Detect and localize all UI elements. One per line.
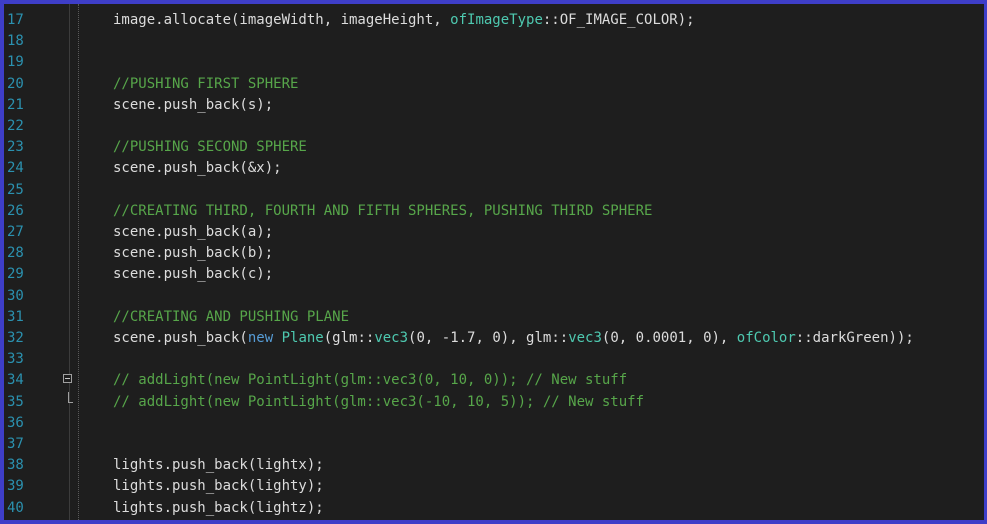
code-line[interactable]: 23 //PUSHING SECOND SPHERE xyxy=(4,137,984,158)
code-token-plain: (0, -1.7, 0), glm:: xyxy=(408,330,569,346)
code-token-plain: lights.push_back(lighty); xyxy=(113,478,324,495)
code-text[interactable]: image.allocate(imageWidth, imageHeight, … xyxy=(113,10,695,31)
code-token-plain: lights.push_back(lightx); xyxy=(113,457,324,474)
line-number: 29 xyxy=(7,266,24,283)
line-number: 38 xyxy=(7,457,24,474)
code-text[interactable]: //CREATING THIRD, FOURTH AND FIFTH SPHER… xyxy=(113,201,652,222)
code-line[interactable]: 22 xyxy=(4,116,984,137)
code-token-comment: //PUSHING FIRST SPHERE xyxy=(113,75,299,92)
code-text[interactable]: scene.push_back(b); xyxy=(113,243,273,264)
code-line[interactable]: 30 xyxy=(4,286,984,307)
code-token-kw: new xyxy=(247,330,274,346)
code-line[interactable]: 18 xyxy=(4,31,984,52)
code-text[interactable]: lights.push_back(lighty); xyxy=(113,476,324,497)
code-line[interactable]: 33 xyxy=(4,349,984,370)
code-line[interactable]: 26 //CREATING THIRD, FOURTH AND FIFTH SPH… xyxy=(4,201,984,222)
line-number: 17 xyxy=(7,12,24,28)
line-number: 24 xyxy=(7,160,24,177)
code-line[interactable]: 31 //CREATING AND PUSHING PLANE xyxy=(4,307,984,328)
code-text[interactable]: //CREATING AND PUSHING PLANE xyxy=(113,307,349,328)
line-number: 36 xyxy=(7,414,24,431)
line-number: 25 xyxy=(7,181,24,198)
code-line[interactable]: 21 scene.push_back(s); xyxy=(4,95,984,116)
code-line[interactable]: 27 scene.push_back(a); xyxy=(4,222,984,243)
code-text[interactable]: scene.push_back(new Plane(glm::vec3(0, -… xyxy=(113,328,914,349)
code-line[interactable]: 24 scene.push_back(&x); xyxy=(4,158,984,179)
code-text[interactable]: scene.push_back(a); xyxy=(113,222,273,243)
code-token-type: ofColor xyxy=(736,330,796,346)
code-line[interactable]: 40 lights.push_back(lightz); xyxy=(4,498,984,519)
code-token-plain: lights.push_back(lightz); xyxy=(113,499,324,516)
code-token-comment: //CREATING THIRD, FOURTH AND FIFTH SPHER… xyxy=(113,202,653,219)
code-token-comment: //CREATING AND PUSHING PLANE xyxy=(113,308,350,325)
code-token-comment: //PUSHING SECOND SPHERE xyxy=(113,139,307,156)
line-number: 34 xyxy=(7,372,24,389)
line-number: 30 xyxy=(7,287,24,304)
line-number: 35 xyxy=(7,393,24,410)
code-line[interactable]: 39 lights.push_back(lighty); xyxy=(4,476,984,497)
code-line[interactable]: 29 scene.push_back(c); xyxy=(4,264,984,285)
code-text[interactable]: // addLight(new PointLight(glm::vec3(0, … xyxy=(113,370,627,391)
code-text[interactable]: scene.push_back(c); xyxy=(113,264,273,285)
code-line[interactable]: 34 // addLight(new PointLight(glm::vec3(0… xyxy=(4,370,984,391)
code-line[interactable]: 35 // addLight(new PointLight(glm::vec3(-… xyxy=(4,391,984,413)
code-line[interactable]: 32 scene.push_back(new Plane(glm::vec3(0,… xyxy=(4,328,984,349)
line-number: 40 xyxy=(7,499,24,516)
code-token-comment: // addLight(new PointLight(glm::vec3(-10… xyxy=(113,393,645,410)
code-line[interactable]: 17 image.allocate(imageWidth, imageHeight… xyxy=(4,10,984,31)
code-token-comment: // addLight(new PointLight(glm::vec3(0, … xyxy=(113,372,628,389)
collapse-icon[interactable] xyxy=(63,374,72,384)
code-line[interactable]: 19 xyxy=(4,52,984,73)
code-token-plain: ::darkGreen)); xyxy=(795,330,914,346)
code-line[interactable]: 36 xyxy=(4,413,984,434)
code-line[interactable]: 38 lights.push_back(lightx); xyxy=(4,455,984,476)
line-number: 32 xyxy=(7,330,24,346)
code-token-type: ofImageType xyxy=(450,12,543,28)
fold-end-marker-icon xyxy=(68,391,73,403)
code-token-plain: (0, 0.0001, 0), xyxy=(601,330,737,346)
line-number: 23 xyxy=(7,139,24,156)
code-editor[interactable]: 17 image.allocate(imageWidth, imageHeight… xyxy=(0,0,987,524)
code-token-plain: scene.push_back(b); xyxy=(113,245,274,262)
code-text[interactable]: //PUSHING FIRST SPHERE xyxy=(113,74,298,95)
code-text[interactable]: //PUSHING SECOND SPHERE xyxy=(113,137,307,158)
line-number: 18 xyxy=(7,33,24,50)
code-text[interactable]: scene.push_back(s); xyxy=(113,95,273,116)
code-token-plain: scene.push_back(a); xyxy=(113,224,274,240)
code-token-plain: scene.push_back(s); xyxy=(113,96,274,113)
line-number: 20 xyxy=(7,75,24,92)
line-number: 26 xyxy=(7,202,24,219)
code-text[interactable]: lights.push_back(lightz); xyxy=(113,498,324,519)
code-line[interactable]: 25 xyxy=(4,180,984,201)
code-text[interactable]: scene.push_back(&x); xyxy=(113,158,282,179)
code-token-plain: image.allocate(imageWidth, imageHeight, xyxy=(113,12,451,28)
code-token-plain: (glm:: xyxy=(323,330,375,346)
code-line[interactable]: 28 scene.push_back(b); xyxy=(4,243,984,264)
line-number: 39 xyxy=(7,478,24,495)
code-token-plain: ::OF_IMAGE_COLOR); xyxy=(542,12,695,28)
code-token-plain: scene.push_back(c); xyxy=(113,266,274,283)
code-line[interactable]: 20 //PUSHING FIRST SPHERE xyxy=(4,74,984,95)
line-number: 21 xyxy=(7,96,24,113)
code-text[interactable]: lights.push_back(lightx); xyxy=(113,455,324,476)
code-token-type: vec3 xyxy=(374,330,409,346)
code-token-plain: scene.push_back( xyxy=(113,330,248,346)
line-number: 22 xyxy=(7,118,24,134)
line-number: 19 xyxy=(7,54,24,71)
code-token-type: Plane xyxy=(281,330,324,346)
line-number: 37 xyxy=(7,436,24,452)
line-number: 33 xyxy=(7,351,24,368)
code-token-plain: scene.push_back(&x); xyxy=(113,160,282,177)
line-number: 28 xyxy=(7,245,24,262)
code-token-type: vec3 xyxy=(568,330,602,346)
line-number: 27 xyxy=(7,224,24,240)
code-line[interactable]: 37 xyxy=(4,434,984,455)
line-number: 31 xyxy=(7,308,24,325)
code-text[interactable]: // addLight(new PointLight(glm::vec3(-10… xyxy=(113,392,644,413)
